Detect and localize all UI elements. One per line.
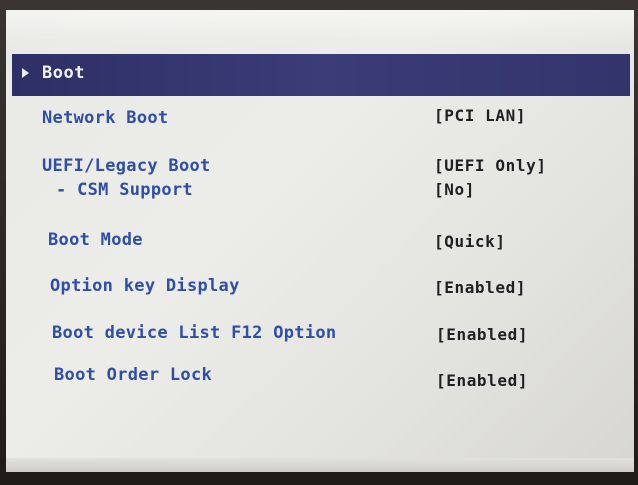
section-title: Boot [42, 63, 85, 83]
setting-label-network-boot: Network Boot [42, 108, 169, 128]
setting-value-option-key-display[interactable]: [Enabled] [434, 278, 526, 297]
setting-value-boot-order-lock[interactable]: [Enabled] [436, 371, 528, 390]
expand-arrow-icon [22, 68, 29, 78]
section-header-boot[interactable]: Boot [12, 54, 630, 96]
setting-row-option-key-display[interactable]: Option key Display [Enabled] [12, 274, 630, 302]
setting-label-boot-device-list-f12: Boot device List F12 Option [52, 323, 337, 343]
setting-value-network-boot[interactable]: [PCI LAN] [434, 106, 526, 125]
setting-value-uefi-legacy-boot[interactable]: [UEFI Only] [434, 156, 547, 175]
settings-list: Network Boot [PCI LAN] UEFI/Legacy Boot … [12, 96, 630, 472]
bios-screen: Boot Network Boot [PCI LAN] UEFI/Legacy … [6, 10, 634, 472]
setting-label-option-key-display: Option key Display [50, 276, 240, 296]
setting-row-boot-mode[interactable]: Boot Mode [Quick] [12, 228, 630, 256]
setting-value-csm-support[interactable]: [No] [434, 180, 475, 199]
setting-row-csm-support[interactable]: - CSM Support [No] [12, 178, 630, 206]
setting-label-csm-support: - CSM Support [56, 180, 193, 200]
setting-label-uefi-legacy-boot: UEFI/Legacy Boot [42, 156, 211, 176]
setting-label-boot-order-lock: Boot Order Lock [54, 365, 213, 385]
setting-label-boot-mode: Boot Mode [48, 230, 143, 250]
setting-row-boot-device-list-f12[interactable]: Boot device List F12 Option [Enabled] [12, 321, 630, 349]
screen-bottom-edge [6, 458, 634, 472]
setting-row-network-boot[interactable]: Network Boot [PCI LAN] [12, 106, 630, 134]
setting-row-boot-order-lock[interactable]: Boot Order Lock [Enabled] [12, 363, 630, 391]
setting-value-boot-device-list-f12[interactable]: [Enabled] [436, 325, 528, 344]
photo-frame: Boot Network Boot [PCI LAN] UEFI/Legacy … [0, 0, 638, 485]
setting-value-boot-mode[interactable]: [Quick] [434, 232, 506, 251]
